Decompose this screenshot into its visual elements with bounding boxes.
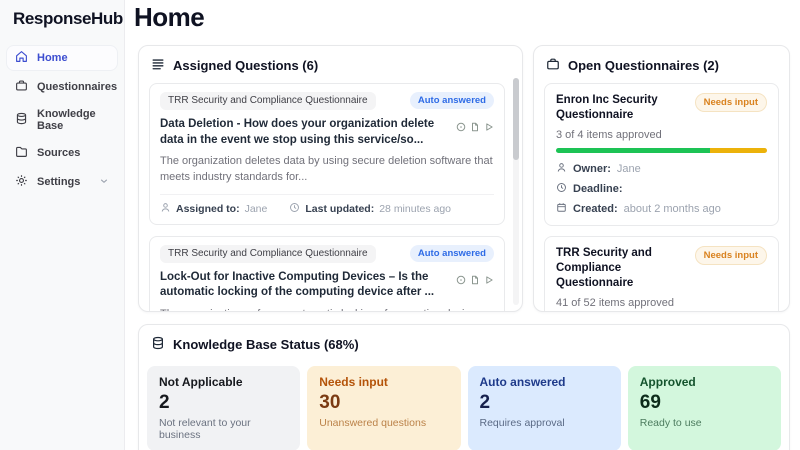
clock-icon [289,202,300,216]
sidebar-item-label: Settings [37,176,80,188]
last-updated-value: 28 minutes ago [379,203,451,215]
created-value: about 2 months ago [624,203,721,215]
database-icon [151,336,165,353]
app-window: ResponseHub Home Questionnaires Knowledg… [0,0,800,450]
stat-description: Ready to use [640,417,769,429]
owner-value: Jane [617,163,641,175]
question-answer-preview: The organization enforces automatic lock… [160,307,494,312]
sidebar-item-label: Questionnaires [37,81,117,93]
kb-status-header: Knowledge Base Status (68%) [139,325,789,362]
open-questionnaires-panel: Open Questionnaires (2) Enron Inc Securi… [533,45,790,312]
questionnaire-tag: TRR Security and Compliance Questionnair… [160,245,376,263]
calendar-icon [556,202,567,216]
sidebar-item-questionnaires[interactable]: Questionnaires [7,75,117,99]
source-document-icon[interactable] [470,119,480,148]
stat-description: Not relevant to your business [159,417,288,441]
progress-segment-approved [556,148,710,153]
sidebar-item-knowledge-base[interactable]: Knowledge Base [7,104,117,136]
assigned-questions-header: Assigned Questions (6) [139,46,522,83]
assigned-to-value: Jane [245,203,268,215]
progress-segment-needs-input [710,148,767,153]
stat-description: Requires approval [480,417,609,429]
owner-label: Owner: [573,163,611,175]
panel-title: Open Questionnaires (2) [568,58,719,73]
sidebar-item-home[interactable]: Home [7,46,117,70]
sidebar-nav: Home Questionnaires Knowledge Base Sourc… [0,46,124,194]
stat-description: Unanswered questions [319,417,448,429]
question-answer-preview: The organization deletes data by using s… [160,154,494,186]
progress-text: 41 of 52 items approved [556,297,767,309]
status-badge: Needs input [695,93,767,112]
stat-card-auto-answered: Auto answered 2 Requires approval [468,366,621,450]
stat-label: Not Applicable [159,375,288,389]
status-badge: Needs input [695,246,767,265]
status-badge: Auto answered [410,92,494,109]
home-icon [15,50,28,66]
stat-card-approved: Approved 69 Ready to use [628,366,781,450]
main-content: Home Assigned Questions (6) TRR Security… [125,0,800,450]
stat-value: 2 [159,392,288,414]
app-logo: ResponseHub [0,0,124,29]
status-circle-icon[interactable] [456,119,466,148]
question-title: Lock-Out for Inactive Computing Devices … [160,270,444,301]
stat-value: 30 [319,392,448,414]
chevron-down-icon [99,176,109,189]
person-icon [160,202,171,216]
briefcase-icon [546,57,560,74]
questionnaire-title: Enron Inc Security Questionnaire [556,93,687,123]
status-badge: Auto answered [410,245,494,262]
stat-value: 69 [640,392,769,414]
questionnaire-title: TRR Security and Compliance Questionnair… [556,246,687,291]
stat-value: 2 [480,392,609,414]
assigned-questions-list: TRR Security and Compliance Questionnair… [139,83,522,312]
clock-icon [556,182,567,196]
open-questionnaires-header: Open Questionnaires (2) [534,46,789,83]
page-title: Home [134,2,790,33]
stat-card-needs-input: Needs input 30 Unanswered questions [307,366,460,450]
assigned-to-label: Assigned to: [176,203,240,215]
created-label: Created: [573,203,618,215]
progress-bar [556,148,767,153]
sidebar-item-sources[interactable]: Sources [7,141,117,165]
stat-card-not-applicable: Not Applicable 2 Not relevant to your bu… [147,366,300,450]
folder-icon [15,145,28,161]
briefcase-icon [15,79,28,95]
sidebar-item-label: Knowledge Base [37,108,109,132]
progress-text: 3 of 4 items approved [556,129,767,141]
last-updated-label: Last updated: [305,203,374,215]
questionnaire-tag: TRR Security and Compliance Questionnair… [160,92,376,110]
run-play-icon[interactable] [484,272,494,301]
panel-title: Knowledge Base Status (68%) [173,337,359,352]
question-title: Data Deletion - How does your organizati… [160,117,444,148]
knowledge-base-status-panel: Knowledge Base Status (68%) Not Applicab… [138,324,790,450]
sidebar: ResponseHub Home Questionnaires Knowledg… [0,0,125,450]
assigned-questions-panel: Assigned Questions (6) TRR Security and … [138,45,523,312]
stat-label: Approved [640,375,769,389]
sidebar-item-label: Home [37,52,68,64]
person-icon [556,162,567,176]
list-icon [151,57,165,74]
sidebar-item-label: Sources [37,147,80,159]
database-icon [15,112,28,128]
stat-label: Needs input [319,375,448,389]
question-card[interactable]: TRR Security and Compliance Questionnair… [149,83,505,225]
gear-icon [15,174,28,190]
questionnaire-card[interactable]: TRR Security and Compliance Questionnair… [544,236,779,312]
questionnaire-card[interactable]: Enron Inc Security Questionnaire Needs i… [544,83,779,226]
panel-title: Assigned Questions (6) [173,58,318,73]
status-circle-icon[interactable] [456,272,466,301]
stat-label: Auto answered [480,375,609,389]
run-play-icon[interactable] [484,119,494,148]
kb-stats-row: Not Applicable 2 Not relevant to your bu… [139,362,789,450]
question-card[interactable]: TRR Security and Compliance Questionnair… [149,236,505,312]
deadline-label: Deadline: [573,183,623,195]
scrollbar-thumb[interactable] [513,78,519,160]
sidebar-item-settings[interactable]: Settings [7,170,117,194]
source-document-icon[interactable] [470,272,480,301]
